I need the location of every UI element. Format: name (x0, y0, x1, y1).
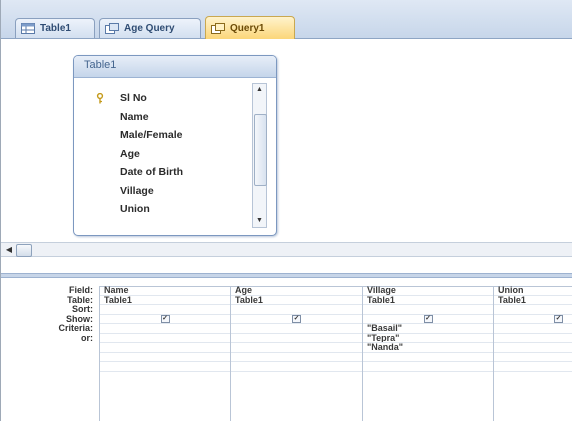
field-name: Sl No (120, 92, 147, 104)
table-cell[interactable]: Table1 (231, 296, 362, 305)
query-design-window: Table1 Age Query Query1 Table1 Sl No Nam… (0, 0, 572, 421)
criteria-cell[interactable] (494, 324, 572, 334)
tab-label: Table1 (40, 23, 71, 34)
or-cell[interactable]: "Nanda" (363, 343, 493, 353)
grid-column-village: Village Table1 ✓ "Basail" "Tepra" "Nanda… (362, 286, 493, 421)
scroll-up-arrow-icon[interactable]: ▲ (253, 84, 266, 96)
field-name: Date of Birth (120, 166, 183, 178)
empty-cell[interactable] (363, 362, 493, 372)
field-item-date-of-birth[interactable]: Date of Birth (86, 163, 256, 182)
field-cell[interactable]: Name (100, 286, 230, 296)
sort-cell[interactable] (100, 305, 230, 315)
field-cell[interactable]: Age (231, 286, 362, 296)
empty-cell[interactable] (231, 362, 362, 372)
field-list: Sl No Name Male/Female Age Date of Birth… (86, 83, 256, 219)
show-checkbox[interactable]: ✓ (554, 315, 563, 324)
show-checkbox[interactable]: ✓ (160, 315, 170, 324)
query-design-grid: Field: Table: Sort: Show: Criteria: or: … (1, 278, 572, 421)
field-item-union[interactable]: Union (86, 200, 256, 219)
table-icon (21, 23, 35, 34)
sort-cell[interactable] (494, 305, 572, 315)
scroll-left-arrow-icon[interactable]: ◀ (3, 244, 15, 256)
or-cell[interactable] (231, 334, 362, 343)
tab-table1[interactable]: Table1 (15, 18, 95, 38)
sort-cell[interactable] (363, 305, 493, 315)
field-list-scrollbar[interactable]: ▲ ▼ (252, 83, 267, 228)
field-item-name[interactable]: Name (86, 108, 256, 127)
criteria-cell[interactable] (100, 324, 230, 334)
field-name: Union (120, 203, 150, 215)
table-cell[interactable]: Table1 (494, 296, 572, 305)
grid-row-labels: Field: Table: Sort: Show: Criteria: or: (1, 285, 97, 343)
grid-column-age: Age Table1 ✓ (230, 286, 362, 421)
or-cell[interactable] (494, 343, 572, 353)
scrollbar-thumb[interactable] (254, 114, 267, 186)
table-field-list-title[interactable]: Table1 (74, 56, 276, 78)
or-cell[interactable] (231, 343, 362, 353)
field-item-age[interactable]: Age (86, 145, 256, 164)
empty-cell[interactable] (100, 362, 230, 372)
field-name: Village (120, 184, 154, 197)
empty-cell[interactable] (494, 353, 572, 362)
field-item-male-female[interactable]: Male/Female (86, 126, 256, 145)
row-label-or: or: (81, 332, 93, 343)
empty-cell[interactable] (494, 362, 572, 372)
or-cell[interactable] (494, 334, 572, 343)
tab-label: Query1 (230, 22, 265, 34)
canvas-horizontal-scrollbar[interactable]: ◀ (1, 242, 572, 257)
empty-cell[interactable] (363, 353, 493, 362)
empty-cell[interactable] (231, 353, 362, 362)
show-checkbox[interactable]: ✓ (292, 315, 301, 324)
empty-cell[interactable] (100, 353, 230, 362)
query-icon (211, 22, 225, 34)
query-icon (105, 23, 119, 34)
show-cell: ✓ (231, 315, 362, 324)
show-cell: ✓ (363, 315, 493, 324)
field-name: Name (120, 110, 149, 123)
criteria-cell[interactable] (231, 324, 362, 334)
grid-column-union: Union Table1 ✓ (493, 286, 572, 421)
criteria-cell[interactable]: "Basail" (363, 324, 493, 334)
field-cell[interactable]: Union (494, 286, 572, 296)
show-cell: ✓ (494, 315, 572, 324)
or-cell[interactable] (100, 334, 230, 343)
or-cell[interactable]: "Tepra" (363, 334, 493, 343)
field-cell[interactable]: Village (363, 286, 493, 296)
field-name: Male/Female (120, 129, 183, 141)
table-field-list[interactable]: Table1 Sl No Name Male/Female Age Date o… (73, 55, 277, 236)
show-checkbox[interactable]: ✓ (423, 315, 433, 324)
show-cell: ✓ (100, 315, 230, 324)
or-cell[interactable] (100, 343, 230, 353)
field-name: Age (120, 147, 140, 160)
tab-query1[interactable]: Query1 (205, 16, 295, 39)
sort-cell[interactable] (231, 305, 362, 315)
table-cell[interactable]: Table1 (363, 296, 493, 305)
field-item-village[interactable]: Village (86, 182, 256, 201)
scrollbar-thumb[interactable] (16, 244, 32, 257)
document-tab-strip: Table1 Age Query Query1 (1, 0, 572, 39)
field-item-sl-no[interactable]: Sl No (86, 89, 256, 108)
tab-age-query[interactable]: Age Query (99, 18, 201, 38)
grid-column-name: Name Table1 ✓ (99, 286, 230, 421)
table-cell[interactable]: Table1 (100, 296, 230, 305)
scroll-down-arrow-icon[interactable]: ▼ (253, 215, 266, 227)
primary-key-icon (96, 93, 104, 104)
tab-label: Age Query (124, 23, 175, 34)
query-design-canvas[interactable]: Table1 Sl No Name Male/Female Age Date o… (1, 39, 572, 273)
